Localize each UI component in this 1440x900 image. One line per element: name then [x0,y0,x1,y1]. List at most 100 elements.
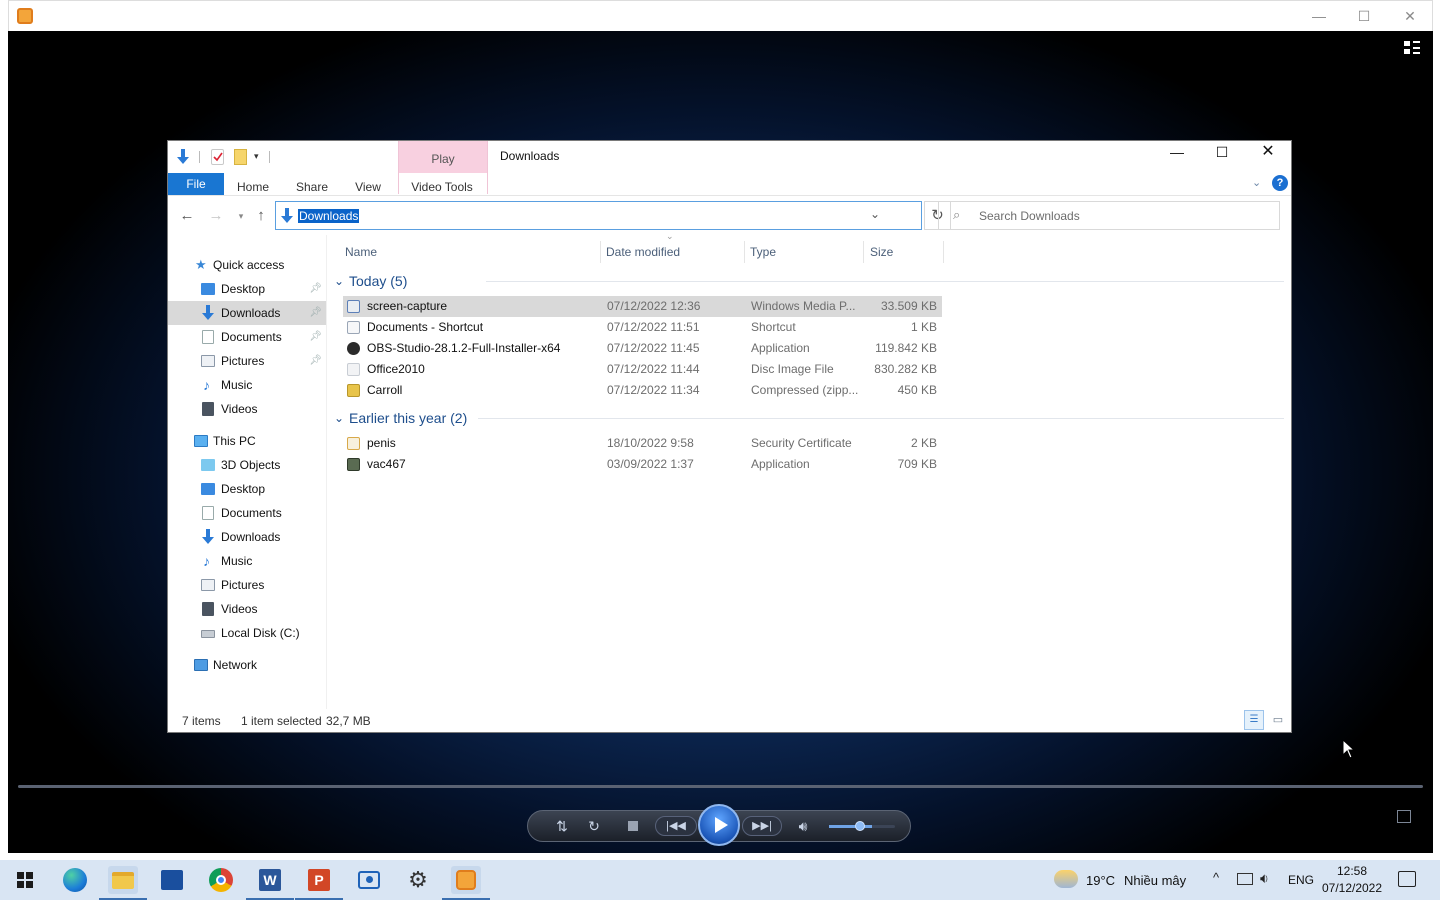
address-dropdown-chevron-icon[interactable]: ⌄ [870,207,880,221]
sidebar-item-quick-access[interactable]: ★ Quick access [168,253,326,277]
file-row-penis[interactable]: penis 18/10/2022 9:58 Security Certifica… [343,433,942,454]
switch-to-library-icon[interactable] [1404,41,1420,55]
column-header-date-modified[interactable]: Date modified [606,243,680,261]
sidebar-item-pc-pictures[interactable]: Pictures [168,573,326,597]
qat-separator-2 [269,151,270,163]
sidebar-item-pc-music[interactable]: ♪ Music [168,549,326,573]
file-row-obs-installer[interactable]: OBS-Studio-28.1.2-Full-Installer-x64 07/… [343,338,942,359]
notification-center-icon[interactable] [1398,871,1416,887]
details-view-button[interactable]: ☰ [1244,710,1264,730]
new-folder-icon[interactable] [234,149,247,165]
store-icon[interactable] [157,866,187,894]
sidebar-item-this-pc[interactable]: This PC [168,429,326,453]
tab-video-tools[interactable]: Video Tools [404,177,480,197]
pin-icon[interactable]: 📌︎ [309,349,322,373]
seek-bar[interactable] [18,785,1423,788]
player-minimize-button[interactable]: — [1296,7,1342,27]
sidebar-item-documents[interactable]: Documents 📌︎ [168,325,326,349]
network-status-icon[interactable] [1237,873,1253,885]
settings-gear-icon[interactable]: ⚙ [403,866,433,894]
qat-customize-chevron-icon[interactable]: ▾ [254,151,259,162]
file-row-office2010[interactable]: Office2010 07/12/2022 11:44 Disc Image F… [343,359,942,380]
weather-temperature[interactable]: 19°C [1086,873,1115,888]
volume-slider-thumb[interactable] [855,821,865,831]
tab-view[interactable]: View [350,177,386,197]
back-arrow-icon[interactable]: ← [177,207,197,224]
volume-slider[interactable] [829,821,895,831]
search-box[interactable]: ⌕ Search Downloads [938,201,1280,230]
ribbon-expand-chevron-icon[interactable]: ⌄ [1252,176,1261,189]
sidebar-item-3d-objects[interactable]: 3D Objects [168,453,326,477]
column-separator[interactable] [744,241,745,263]
address-bar[interactable]: Downloads ⌄ [275,201,922,230]
tab-file[interactable]: File [168,173,224,195]
group-collapse-chevron-icon[interactable]: ⌄ [334,271,344,291]
pin-icon[interactable]: 📌︎ [309,301,322,325]
column-header-name[interactable]: Name [345,243,377,261]
weather-description[interactable]: Nhiều mây [1124,873,1186,888]
file-explorer-icon[interactable] [99,866,147,900]
volume-icon[interactable]: 🔊︎ [793,818,813,834]
column-separator[interactable] [943,241,944,263]
previous-button[interactable]: |◀◀ [655,816,697,836]
group-collapse-chevron-icon[interactable]: ⌄ [334,408,344,428]
up-arrow-icon[interactable]: ↑ [251,207,271,224]
sidebar-item-pc-videos[interactable]: Videos [168,597,326,621]
file-row-documents-shortcut[interactable]: Documents - Shortcut 07/12/2022 11:51 Sh… [343,317,942,338]
start-windows-icon[interactable] [10,866,40,894]
sidebar-item-network[interactable]: Network [168,653,326,677]
sidebar-item-pc-desktop[interactable]: Desktop [168,477,326,501]
quick-access-star-icon: ★ [195,257,207,272]
player-maximize-button[interactable]: ☐ [1341,7,1387,27]
play-button[interactable] [698,804,740,846]
sidebar-item-desktop[interactable]: Desktop 📌︎ [168,277,326,301]
sidebar-item-music[interactable]: ♪ Music [168,373,326,397]
input-language[interactable]: ENG [1288,873,1314,887]
powerpoint-icon[interactable]: P [295,866,343,900]
file-row-screen-capture[interactable]: screen-capture 07/12/2022 12:36 Windows … [343,296,942,317]
edge-icon[interactable] [60,866,90,894]
pictures-icon [201,579,215,591]
media-player-taskbar-icon[interactable] [442,866,490,900]
column-separator[interactable] [600,241,601,263]
recent-locations-chevron-icon[interactable]: ▾ [231,211,251,222]
tab-home[interactable]: Home [232,177,274,197]
file-date: 07/12/2022 11:45 [607,341,700,355]
sidebar-item-downloads[interactable]: Downloads 📌︎ [168,301,326,325]
show-hidden-icons-chevron-icon[interactable]: ^ [1213,870,1219,885]
clock-date[interactable]: 07/12/2022 [1318,881,1386,895]
repeat-button[interactable]: ↻ [585,818,603,834]
explorer-close-button[interactable]: ✕ [1245,143,1291,163]
large-icons-view-button[interactable]: ▭ [1268,710,1288,730]
next-button[interactable]: ▶▶| [742,816,782,836]
stop-button[interactable] [628,821,638,831]
file-row-carroll[interactable]: Carroll 07/12/2022 11:34 Compressed (zip… [343,380,942,401]
mouse-cursor-icon [1343,740,1355,759]
player-close-button[interactable]: ✕ [1387,7,1433,27]
pin-icon[interactable]: 📌︎ [309,277,322,301]
shuffle-button[interactable]: ⇅ [553,818,571,834]
chrome-icon[interactable] [206,866,236,894]
clock-time[interactable]: 12:58 [1323,864,1381,878]
explorer-maximize-button[interactable]: ☐ [1199,143,1245,163]
column-header-size[interactable]: Size [870,243,893,261]
file-row-vac467[interactable]: vac467 03/09/2022 1:37 Application 709 K… [343,454,942,475]
sidebar-item-videos[interactable]: Videos [168,397,326,421]
sidebar-item-pc-documents[interactable]: Documents [168,501,326,525]
column-separator[interactable] [863,241,864,263]
forward-arrow-icon[interactable]: → [206,207,226,224]
camera-app-icon[interactable] [354,866,384,894]
sidebar-item-pictures[interactable]: Pictures 📌︎ [168,349,326,373]
properties-icon[interactable] [211,149,224,165]
address-text[interactable]: Downloads [298,209,360,223]
sidebar-item-pc-downloads[interactable]: Downloads [168,525,326,549]
help-icon[interactable]: ? [1272,175,1288,191]
pin-icon[interactable]: 📌︎ [309,325,322,349]
explorer-minimize-button[interactable]: — [1154,143,1200,163]
sidebar-item-local-disk[interactable]: Local Disk (C:) [168,621,326,645]
volume-status-icon[interactable]: 🔉︎ [1260,870,1269,887]
word-icon[interactable]: W [246,866,294,900]
column-header-type[interactable]: Type [750,243,776,261]
fullscreen-icon[interactable] [1397,810,1411,823]
tab-share[interactable]: Share [290,177,334,197]
